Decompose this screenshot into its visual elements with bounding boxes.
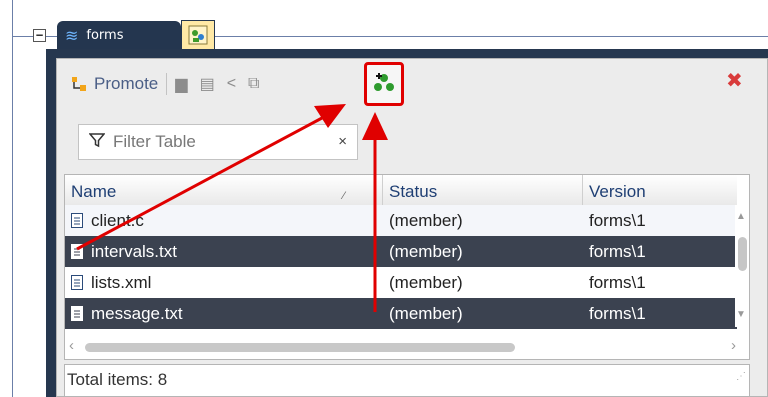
file-name: message.txt <box>91 304 183 323</box>
branch-icon[interactable]: < <box>227 75 236 93</box>
project-icon <box>188 25 208 45</box>
file-icon <box>71 213 83 228</box>
file-name: intervals.txt <box>91 242 177 261</box>
member-version: forms\1 <box>589 211 646 230</box>
filter-placeholder: Filter Table <box>113 132 196 151</box>
collapse-toggle[interactable]: − <box>33 29 46 42</box>
horizontal-scroll-thumb[interactable] <box>85 343 515 352</box>
members-table: Name ⁄ Status Version client.c (member) … <box>64 174 750 360</box>
vertical-scroll-thumb[interactable] <box>738 237 747 271</box>
member-version: forms\1 <box>589 273 646 292</box>
horizontal-scrollbar[interactable]: ‹ › <box>65 335 749 359</box>
waves-icon: ≋ <box>65 25 79 45</box>
scroll-up-icon[interactable]: ▲ <box>736 211 746 222</box>
total-items-label: Total items: 8 <box>67 370 168 389</box>
member-status: (member) <box>389 211 463 230</box>
table-row[interactable]: lists.xml (member) forms\1 <box>65 267 737 298</box>
member-status: (member) <box>389 304 463 323</box>
file-icon <box>71 244 83 259</box>
resize-grip-icon[interactable]: ⋰ <box>736 362 746 392</box>
file-name: client.c <box>91 211 144 230</box>
table-row[interactable]: client.c (member) forms\1 <box>65 205 737 236</box>
table-header: Name ⁄ Status Version <box>65 175 737 206</box>
scroll-left-icon[interactable]: ‹ <box>69 337 74 354</box>
tree-branch-right <box>215 36 768 37</box>
add-members-button[interactable] <box>364 62 404 106</box>
member-status: (member) <box>389 273 463 292</box>
table-row[interactable]: intervals.txt (member) forms\1 <box>65 236 737 267</box>
file-icon <box>71 275 83 290</box>
filter-table-input[interactable]: Filter Table × <box>78 124 358 160</box>
vertical-scrollbar[interactable]: ▲ ▼ <box>735 205 749 327</box>
scroll-down-icon[interactable]: ▼ <box>736 309 746 320</box>
node-label: forms <box>86 27 124 43</box>
tree-line <box>12 0 13 397</box>
file-name: lists.xml <box>91 273 152 292</box>
column-header-version[interactable]: Version <box>583 175 737 205</box>
add-members-icon <box>374 73 394 91</box>
toolbar: Promote ▆ ▤ < ⧉ <box>70 68 271 100</box>
clear-filter-button[interactable]: × <box>338 133 347 150</box>
node-project-button[interactable] <box>181 20 215 50</box>
funnel-icon <box>88 132 106 153</box>
promote-button[interactable]: Promote <box>94 74 158 94</box>
column-header-status[interactable]: Status <box>383 175 583 205</box>
scroll-right-icon[interactable]: › <box>731 337 736 354</box>
export-icon[interactable]: ⧉ <box>248 75 259 93</box>
file-icon <box>71 306 83 321</box>
column-header-name[interactable]: Name ⁄ <box>65 175 383 205</box>
toolbar-separator <box>166 73 168 95</box>
table-row[interactable]: message.txt (member) forms\1 <box>65 298 737 329</box>
status-bar: Total items: 8 ⋰ <box>64 364 750 397</box>
forms-node-tab[interactable]: ≋ forms <box>57 21 181 49</box>
member-version: forms\1 <box>589 242 646 261</box>
member-version: forms\1 <box>589 304 646 323</box>
document-icon[interactable]: ▆ <box>175 74 187 94</box>
copy-icon[interactable]: ▤ <box>200 74 215 94</box>
member-status: (member) <box>389 242 463 261</box>
close-icon[interactable]: ✖ <box>726 70 743 90</box>
promote-icon <box>70 75 88 93</box>
